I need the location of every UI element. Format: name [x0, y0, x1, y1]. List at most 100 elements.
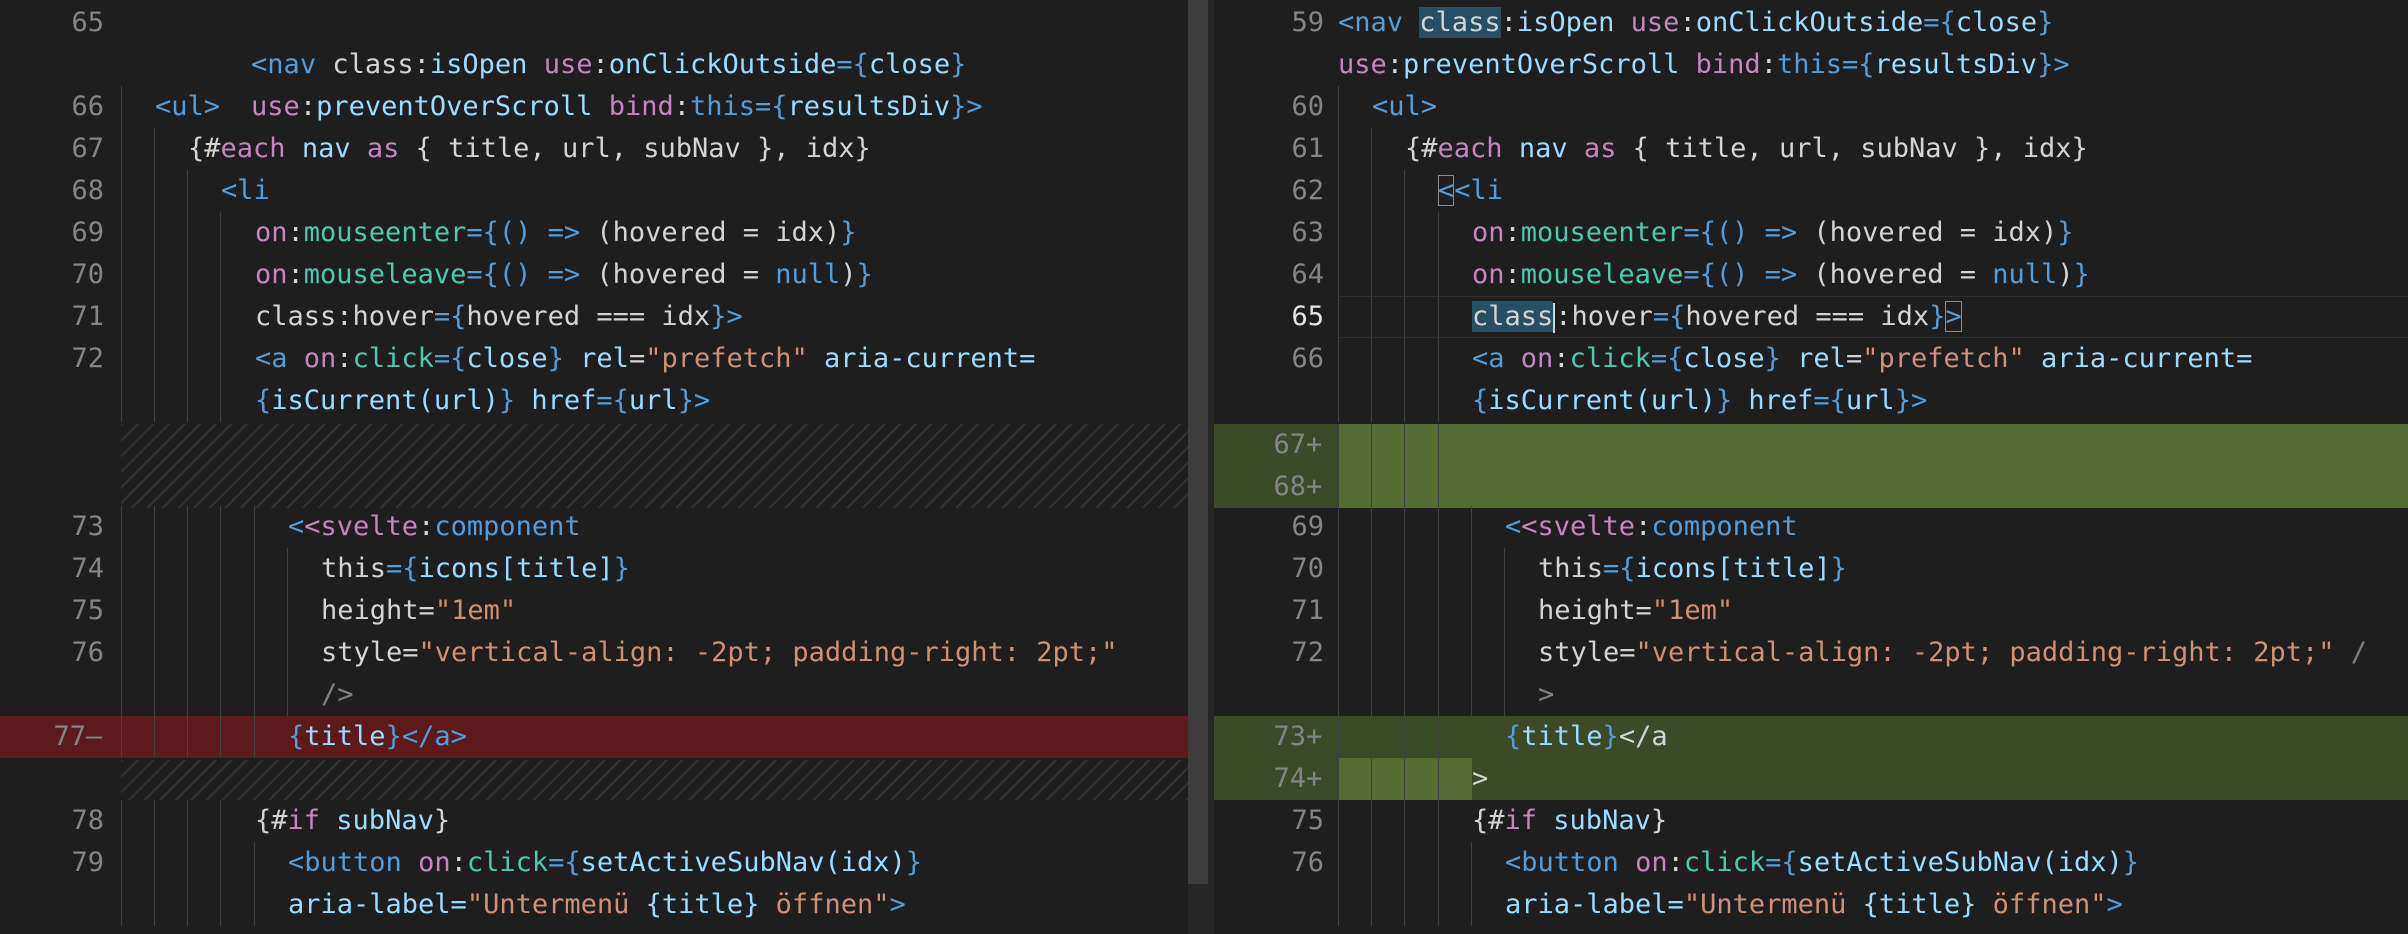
code-text[interactable]: <<li — [1338, 170, 2408, 212]
code-text[interactable]: on:mouseenter={() => (hovered = idx)} — [1338, 212, 2408, 254]
code-text[interactable]: {#each nav as { title, url, subNav }, id… — [121, 128, 1188, 170]
code-text[interactable]: height="1em" — [121, 590, 1188, 632]
code-text[interactable]: {#if subNav} — [1338, 800, 2408, 842]
code-token: > — [1472, 763, 1489, 794]
code-text[interactable]: > — [1338, 674, 2408, 716]
pane-splitter[interactable] — [1188, 0, 1214, 934]
code-text[interactable]: <<svelte:component — [1338, 506, 2408, 548]
code-text[interactable]: on:mouseenter={() => (hovered = idx)} — [121, 212, 1188, 254]
code-line[interactable]: 75 height="1em" — [0, 590, 1188, 632]
code-line-wrap[interactable]: /> — [0, 674, 1188, 716]
code-text[interactable]: > — [1338, 758, 2408, 800]
code-line[interactable]: 72 <a on:click={close} rel="prefetch" ar… — [0, 338, 1188, 380]
code-token: <ul> — [1372, 91, 1438, 122]
code-token: <nav — [1338, 7, 1404, 38]
code-line[interactable]: 60 <ul> — [1214, 86, 2408, 128]
code-line[interactable]: 75 {#if subNav} — [1214, 800, 2408, 842]
code-line[interactable]: 69 <<svelte:component — [1214, 506, 2408, 548]
code-text[interactable]: {title}</a> — [121, 716, 1188, 758]
code-text[interactable]: this={icons[title]} — [121, 548, 1188, 590]
code-line[interactable]: 76 <button on:click={setActiveSubNav(idx… — [1214, 842, 2408, 884]
inserted-line[interactable]: 74+ > — [1214, 758, 2408, 800]
code-line-wrap[interactable]: > — [1214, 674, 2408, 716]
code-line[interactable]: 65 <nav class:isOpen use:onClickOutside=… — [0, 2, 1188, 80]
code-text[interactable]: {isCurrent(url)} href={url}> — [121, 380, 1188, 422]
code-line[interactable]: 59 <nav class:isOpen use:onClickOutside=… — [1214, 2, 2408, 44]
code-line-wrap[interactable]: use:preventOverScroll bind:this={results… — [0, 44, 1188, 122]
code-text[interactable]: this={icons[title]} — [1338, 548, 2408, 590]
code-text[interactable]: aria-label="Untermenü {title} öffnen"> — [1338, 884, 2408, 926]
code-token: = — [402, 637, 419, 668]
code-text[interactable]: on:mouseleave={() => (hovered = null)} — [121, 254, 1188, 296]
code-text[interactable]: aria-label="Untermenü {title} öffnen"> — [121, 884, 1188, 926]
code-token: <svelte — [304, 511, 419, 542]
code-line[interactable]: 68 <li — [0, 170, 1188, 212]
code-line[interactable]: 79 <button on:click={setActiveSubNav(idx… — [0, 842, 1188, 884]
code-line[interactable]: 71 class:hover={hovered === idx}> — [0, 296, 1188, 338]
code-text[interactable]: {#each nav as { title, url, subNav }, id… — [1338, 128, 2408, 170]
code-text[interactable]: class:hover={hovered === idx}> — [121, 296, 1188, 338]
code-line[interactable]: 76 style="vertical-align: -2pt; padding-… — [0, 632, 1188, 674]
code-text[interactable]: <a on:click={close} rel="prefetch" aria-… — [121, 338, 1188, 380]
code-text[interactable]: <ul> — [121, 86, 1188, 128]
code-line[interactable]: 70 this={icons[title]} — [1214, 548, 2408, 590]
code-text[interactable]: <button on:click={setActiveSubNav(idx)} — [121, 842, 1188, 884]
code-token: } — [1715, 385, 1733, 416]
code-text[interactable]: <a on:click={close} rel="prefetch" aria-… — [1338, 338, 2408, 380]
code-text[interactable]: on:mouseleave={() => (hovered = null)} — [1338, 254, 2408, 296]
code-text[interactable]: <<svelte:component — [121, 506, 1188, 548]
code-line[interactable]: 71 height="1em" — [1214, 590, 2408, 632]
code-line[interactable]: 64 on:mouseleave={() => (hovered = null)… — [1214, 254, 2408, 296]
code-line[interactable]: 72 style="vertical-align: -2pt; padding-… — [1214, 632, 2408, 674]
code-token: : — [287, 259, 304, 290]
code-token: : — [1504, 217, 1521, 248]
code-token: < — [288, 511, 305, 542]
code-line[interactable]: 78 {#if subNav} — [0, 800, 1188, 842]
code-text[interactable]: <nav class:isOpen use:onClickOutside={cl… — [121, 2, 1188, 80]
current-line[interactable]: 65 class:hover={hovered === idx}> — [1214, 296, 2408, 338]
code-text[interactable]: use:preventOverScroll bind:this={results… — [1338, 44, 2408, 86]
code-text[interactable]: <li — [121, 170, 1188, 212]
deleted-line[interactable]: 77– {title}</a> — [0, 716, 1188, 758]
code-text[interactable]: style="vertical-align: -2pt; padding-rig… — [1338, 632, 2408, 674]
code-line-wrap[interactable]: aria-label="Untermenü {title} öffnen"> — [0, 884, 1188, 926]
code-token: { — [288, 721, 305, 752]
code-line[interactable]: 67 {#each nav as { title, url, subNav },… — [0, 128, 1188, 170]
code-line-wrap[interactable]: use:preventOverScroll bind:this={results… — [1214, 44, 2408, 86]
code-line[interactable]: 66 <a on:click={close} rel="prefetch" ar… — [1214, 338, 2408, 380]
code-line-wrap[interactable]: aria-label="Untermenü {title} öffnen"> — [1214, 884, 2408, 926]
code-text[interactable]: <ul> — [1338, 86, 2408, 128]
inserted-line[interactable]: 68+ — [1214, 466, 2408, 508]
code-text[interactable]: {#if subNav} — [121, 800, 1188, 842]
code-text[interactable]: {title}</a — [1338, 716, 2408, 758]
inserted-line[interactable]: 67+ — [1214, 424, 2408, 466]
indent-guide — [1371, 466, 1372, 508]
code-text[interactable]: <nav class:isOpen use:onClickOutside={cl… — [1338, 2, 2408, 44]
scrollbar-thumb[interactable] — [1188, 0, 1208, 884]
code-line[interactable]: 70 on:mouseleave={() => (hovered = null)… — [0, 254, 1188, 296]
code-line[interactable]: 66 <ul> — [0, 86, 1188, 128]
code-token: this — [321, 553, 387, 584]
code-line-wrap[interactable]: {isCurrent(url)} href={url}> — [1214, 380, 2408, 422]
code-line[interactable]: 63 on:mouseenter={() => (hovered = idx)} — [1214, 212, 2408, 254]
code-token: "vertical-align: -2pt; padding-right: 2p… — [1635, 637, 2335, 668]
code-text[interactable]: <button on:click={setActiveSubNav(idx)} — [1338, 842, 2408, 884]
code-text[interactable]: style="vertical-align: -2pt; padding-rig… — [121, 632, 1188, 674]
code-line[interactable]: 74 this={icons[title]} — [0, 548, 1188, 590]
code-line[interactable]: 73 <<svelte:component — [0, 506, 1188, 548]
code-text[interactable]: use:preventOverScroll bind:this={results… — [121, 44, 1188, 122]
code-text[interactable]: {isCurrent(url)} href={url}> — [1338, 380, 2408, 422]
code-text[interactable]: /> — [121, 674, 1188, 716]
code-token: ={ — [433, 343, 467, 374]
code-text[interactable]: height="1em" — [1338, 590, 2408, 632]
inserted-line[interactable]: 73+ {title}</a — [1214, 716, 2408, 758]
code-line[interactable]: 61 {#each nav as { title, url, subNav },… — [1214, 128, 2408, 170]
code-line[interactable]: 69 on:mouseenter={() => (hovered = idx)} — [0, 212, 1188, 254]
modified-pane[interactable]: 59 <nav class:isOpen use:onClickOutside=… — [1214, 0, 2408, 934]
code-line-wrap[interactable]: {isCurrent(url)} href={url}> — [0, 380, 1188, 422]
original-pane[interactable]: 65 <nav class:isOpen use:onClickOutside=… — [0, 0, 1188, 934]
code-text[interactable]: class:hover={hovered === idx}> — [1338, 296, 2408, 338]
code-token: ={ — [466, 217, 499, 248]
code-line[interactable]: 62 <<li — [1214, 170, 2408, 212]
